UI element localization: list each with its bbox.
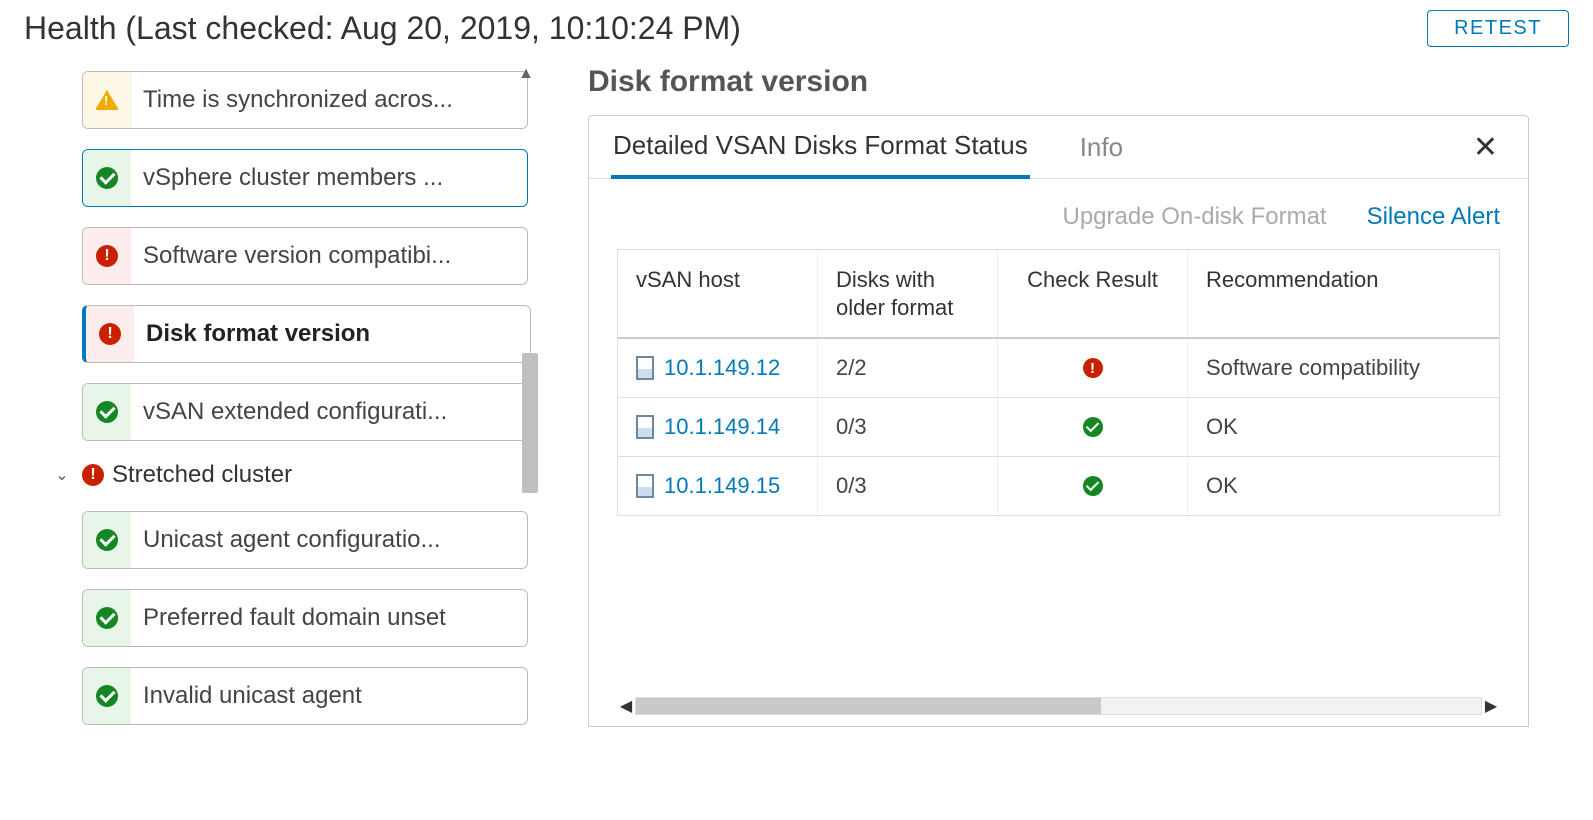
detail-tabs: Detailed VSAN Disks Format Status Info ✕ <box>589 116 1528 179</box>
health-check-label: Unicast agent configuratio... <box>131 526 441 554</box>
col-check[interactable]: Check Result <box>998 250 1188 337</box>
page-body: ▲ Time is synchronized acros... vSphere … <box>0 53 1593 803</box>
page-title: Health (Last checked: Aug 20, 2019, 10:1… <box>24 10 741 47</box>
col-vsan-host[interactable]: vSAN host <box>618 250 818 337</box>
disks-value: 0/3 <box>818 398 998 456</box>
table-header: vSAN host Disks with older format Check … <box>618 250 1499 339</box>
health-check-label: vSphere cluster members ... <box>131 164 443 192</box>
tab-disk-format-status[interactable]: Detailed VSAN Disks Format Status <box>611 116 1030 179</box>
silence-alert-button[interactable]: Silence Alert <box>1367 203 1500 231</box>
table-row[interactable]: 10.1.149.14 0/3 OK <box>618 398 1499 457</box>
health-check-item[interactable]: vSphere cluster members ... <box>82 149 528 207</box>
scrollbar-thumb[interactable] <box>636 698 1101 714</box>
ok-icon <box>96 401 118 423</box>
host-icon <box>636 415 654 439</box>
host-link[interactable]: 10.1.149.15 <box>664 473 780 499</box>
upgrade-format-button[interactable]: Upgrade On-disk Format <box>1063 203 1327 231</box>
horizontal-scrollbar[interactable]: ◀ ▶ <box>617 696 1500 716</box>
health-check-item[interactable]: Software version compatibi... <box>82 227 528 285</box>
health-category-header[interactable]: ⌄ Stretched cluster <box>52 461 550 489</box>
health-check-detail: Disk format version Detailed VSAN Disks … <box>560 53 1593 803</box>
health-check-item[interactable]: Invalid unicast agent <box>82 667 528 725</box>
ok-icon <box>1083 476 1103 496</box>
col-disks[interactable]: Disks with older format <box>818 250 998 337</box>
ok-icon <box>1083 417 1103 437</box>
detail-actions: Upgrade On-disk Format Silence Alert <box>589 179 1528 249</box>
recommendation: OK <box>1188 457 1499 515</box>
col-recommend[interactable]: Recommendation <box>1188 250 1499 337</box>
health-check-label: Time is synchronized acros... <box>131 86 453 114</box>
health-check-item-selected[interactable]: Disk format version <box>82 305 531 363</box>
health-check-item[interactable]: vSAN extended configurati... <box>82 383 528 441</box>
ok-icon <box>96 167 118 189</box>
chevron-down-icon: ⌄ <box>52 465 72 485</box>
ok-icon <box>96 685 118 707</box>
health-check-label: Preferred fault domain unset <box>131 604 446 632</box>
host-icon <box>636 474 654 498</box>
table-row[interactable]: 10.1.149.12 2/2 Software compatibility <box>618 339 1499 398</box>
error-icon <box>96 245 118 267</box>
retest-button[interactable]: RETEST <box>1427 10 1569 47</box>
scroll-up-arrow[interactable]: ▲ <box>518 65 534 83</box>
close-icon[interactable]: ✕ <box>1465 126 1506 169</box>
health-check-label: Invalid unicast agent <box>131 682 362 710</box>
scroll-left-arrow[interactable]: ◀ <box>617 696 635 716</box>
host-link[interactable]: 10.1.149.12 <box>664 355 780 381</box>
health-check-item[interactable]: Time is synchronized acros... <box>82 71 528 129</box>
recommendation: Software compatibility <box>1188 339 1499 397</box>
disks-value: 2/2 <box>818 339 998 397</box>
disk-format-table: vSAN host Disks with older format Check … <box>589 249 1528 726</box>
page-header: Health (Last checked: Aug 20, 2019, 10:1… <box>0 0 1593 53</box>
host-icon <box>636 356 654 380</box>
health-checks-list: ▲ Time is synchronized acros... vSphere … <box>0 53 560 803</box>
error-icon <box>99 323 121 345</box>
error-icon <box>82 464 104 486</box>
detail-panel: Detailed VSAN Disks Format Status Info ✕… <box>588 115 1529 727</box>
scrollbar-thumb[interactable] <box>522 353 538 493</box>
host-link[interactable]: 10.1.149.14 <box>664 414 780 440</box>
ok-icon <box>96 529 118 551</box>
detail-title: Disk format version <box>588 65 1529 99</box>
recommendation: OK <box>1188 398 1499 456</box>
tab-info[interactable]: Info <box>1078 118 1125 177</box>
error-icon <box>1083 358 1103 378</box>
disks-value: 0/3 <box>818 457 998 515</box>
health-check-label: Software version compatibi... <box>131 242 451 270</box>
health-check-item[interactable]: Unicast agent configuratio... <box>82 511 528 569</box>
health-check-label: vSAN extended configurati... <box>131 398 447 426</box>
health-check-item[interactable]: Preferred fault domain unset <box>82 589 528 647</box>
health-check-label: Disk format version <box>134 320 370 348</box>
table-row[interactable]: 10.1.149.15 0/3 OK <box>618 457 1499 516</box>
scroll-right-arrow[interactable]: ▶ <box>1482 696 1500 716</box>
ok-icon <box>96 607 118 629</box>
health-category-label: Stretched cluster <box>112 461 292 489</box>
warning-icon <box>95 90 119 110</box>
